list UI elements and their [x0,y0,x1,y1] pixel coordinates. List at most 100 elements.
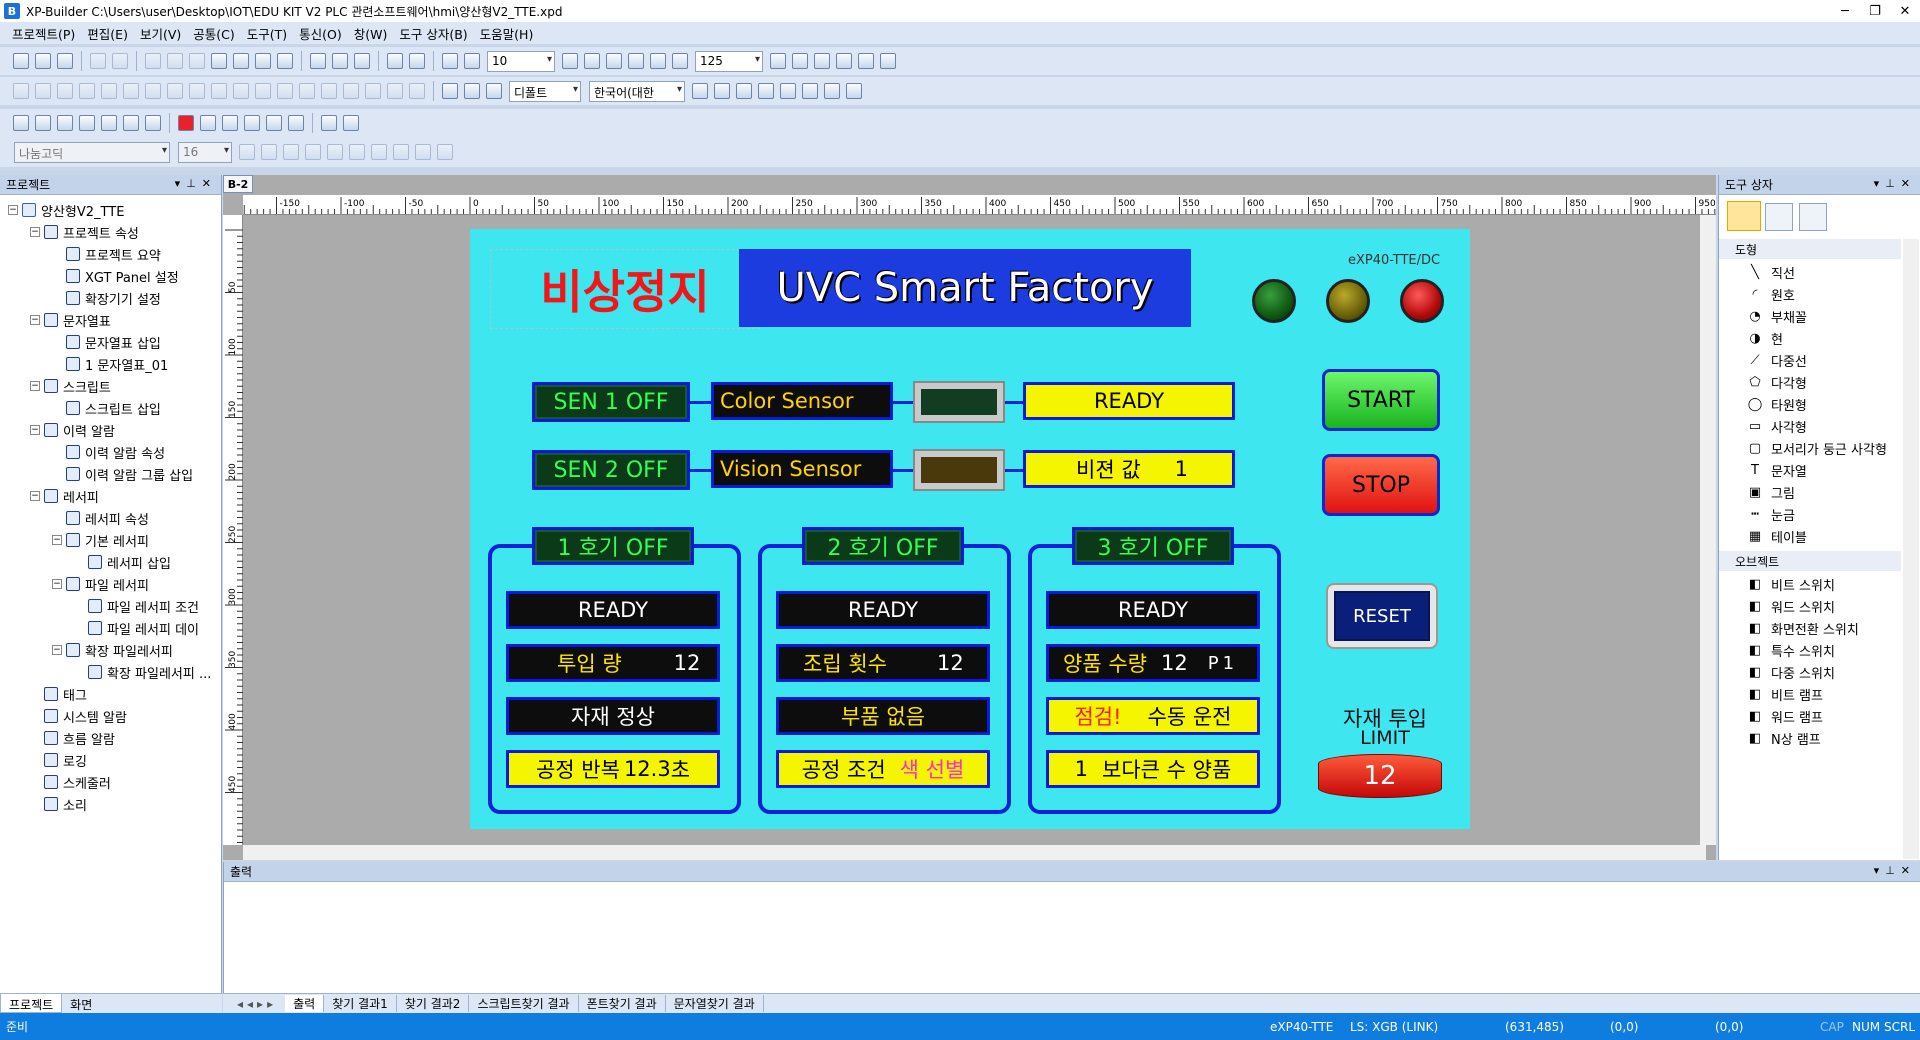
tree-item[interactable]: 소리 [30,793,87,815]
snap-icon[interactable] [464,53,480,69]
tree-item[interactable]: 파일 레서피 조건 [74,595,199,617]
output-tab-script-find[interactable]: 스크립트찾기 결과 [469,995,579,1012]
layer-icon[interactable] [562,53,578,69]
tree-item[interactable]: 시스템 알람 [30,705,127,727]
table-icon[interactable] [606,53,622,69]
output-controls[interactable]: ▾⊥✕ [1874,864,1916,877]
menu-common[interactable]: 공통(C) [193,24,234,43]
color-sensor-indicator[interactable] [913,381,1005,423]
vision-value[interactable]: 1 [1175,457,1188,481]
same-size-icon[interactable] [189,83,205,99]
undo-icon[interactable] [90,53,106,69]
document-tab[interactable]: B-2 [223,175,253,193]
back-icon[interactable] [321,83,337,99]
language-combo[interactable]: 한국어(대한 [589,80,685,102]
target-icon[interactable] [880,53,896,69]
tree-item[interactable]: 1 문자열표_01 [52,353,168,375]
text-left-icon[interactable] [327,144,343,160]
machine1-status[interactable]: 자재 정상 [506,697,720,735]
tree-item[interactable]: 확장기기 설정 [52,287,161,309]
text-color-icon[interactable] [437,144,453,160]
screen-icon[interactable] [332,53,348,69]
red-lamp[interactable] [1400,279,1444,323]
object-tool[interactable]: ◧ 다중 스위치 [1747,661,1835,683]
center-v-icon[interactable] [277,83,293,99]
emergency-stop-text[interactable]: 비상정지 [490,249,760,329]
shape-tool[interactable]: ▢ 모서리가 둥근 사각형 [1747,437,1887,459]
tool-f-icon[interactable] [123,115,139,131]
expand-icon[interactable]: − [8,205,18,215]
center-h-icon[interactable] [255,83,271,99]
machine1-input[interactable]: 투입 량 12 [506,644,720,682]
object-tool[interactable]: ◧ N상 램프 [1747,727,1821,749]
sen1-status[interactable]: SEN 1 OFF [532,382,690,422]
zoom-in-icon[interactable] [650,53,666,69]
view3-icon[interactable] [836,53,852,69]
delete-icon[interactable] [145,53,161,69]
tree-item[interactable]: 태그 [30,683,87,705]
select-tool-icon[interactable] [1727,201,1761,231]
tree-item[interactable]: 확장 파일레서피 ... [74,661,211,683]
yellow-lamp[interactable] [1326,279,1370,323]
tree-item[interactable]: 스크립트 삽입 [52,397,161,419]
start-button[interactable]: START [1322,369,1440,431]
tool-b-icon[interactable] [35,115,51,131]
sen2-status[interactable]: SEN 2 OFF [532,450,690,490]
shape-tool[interactable]: ▭ 사각형 [1747,415,1807,437]
machine2-status[interactable]: 부품 없음 [776,697,990,735]
expand-icon[interactable]: − [30,491,40,501]
grid2-icon[interactable] [846,83,862,99]
same-height-icon[interactable] [167,83,183,99]
toolbox-scrollbar[interactable] [1903,239,1919,859]
align-left-icon[interactable] [13,83,29,99]
menu-view[interactable]: 보기(V) [140,24,181,43]
shape-tool[interactable]: ◜ 원호 [1747,283,1794,305]
shape-tool[interactable]: ╲ 직선 [1747,261,1795,283]
tree-item[interactable]: − 확장 파일레서피 [52,639,173,661]
font-name-combo[interactable]: 나눔고딕 [14,141,170,163]
dots-icon[interactable] [802,83,818,99]
output-tab-string-find[interactable]: 문자열찾기 결과 [666,995,764,1012]
align-center-icon[interactable] [35,83,51,99]
tool-e-icon[interactable] [101,115,117,131]
machine3-p-value[interactable]: 1 [1223,653,1234,674]
tree-item[interactable]: − 레서피 [30,485,99,507]
machine1-cycle-value[interactable]: 12.3 [624,757,671,781]
window-icon[interactable] [354,53,370,69]
italic-icon[interactable] [261,144,277,160]
machine3-ready[interactable]: READY [1046,591,1260,629]
object-tool[interactable]: ◧ 비트 램프 [1747,683,1823,705]
tree-item[interactable]: 이력 알람 속성 [52,441,165,463]
machine3-rule[interactable]: 1 보다큰 수 양품 [1046,750,1260,788]
frame-icon[interactable] [714,83,730,99]
shape-tool[interactable]: ⟋ 다중선 [1747,349,1806,371]
hand-icon[interactable] [628,53,644,69]
expand-icon[interactable]: − [30,381,40,391]
machine2-cond-value[interactable]: 색 선별 [900,754,965,784]
shape-tool[interactable]: ┅ 눈금 [1747,503,1795,525]
ready-top[interactable]: READY [1023,382,1235,420]
tree-item[interactable]: XGT Panel 설정 [52,265,179,287]
green-lamp[interactable] [1252,279,1296,323]
tree-item[interactable]: 흐름 알람 [30,727,115,749]
tree-item[interactable]: 레서피 삽입 [74,551,171,573]
view1-icon[interactable] [792,53,808,69]
vision-value-box[interactable]: 비젼 값 1 [1023,450,1235,488]
text-valign-icon[interactable] [415,144,431,160]
zoom-combo[interactable]: 125 [695,50,763,72]
menu-help[interactable]: 도움말(H) [480,24,534,43]
machine2-assembly-value[interactable]: 12 [937,651,964,675]
reset-button[interactable]: RESET [1334,591,1430,641]
flip-icon[interactable] [387,83,403,99]
menu-project[interactable]: 프로젝트(P) [12,24,75,43]
object-tool[interactable]: ◧ 워드 스위치 [1747,595,1835,617]
tag-icon[interactable] [692,83,708,99]
stop-button[interactable]: STOP [1322,454,1440,516]
restore-button[interactable]: ❐ [1860,0,1890,22]
tree-item[interactable]: 문자열표 삽입 [52,331,161,353]
download-icon[interactable] [222,115,238,131]
text-center-icon[interactable] [349,144,365,160]
text-justify-icon[interactable] [393,144,409,160]
bold-icon[interactable] [239,144,255,160]
tree-item[interactable]: 스케줄러 [30,771,111,793]
